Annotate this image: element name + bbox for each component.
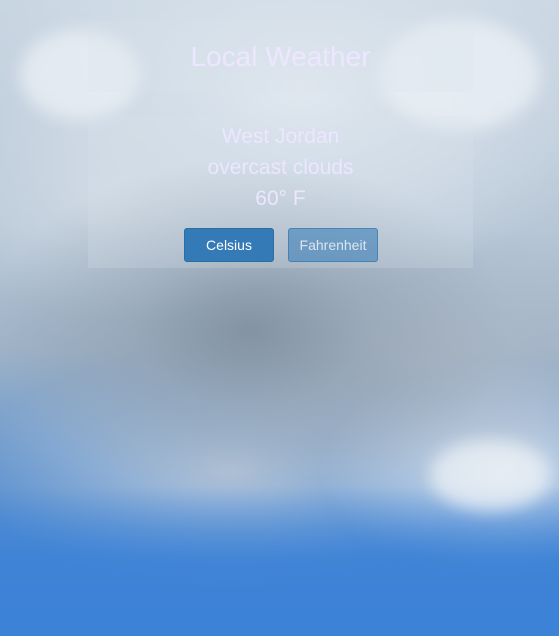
weather-info-panel: West Jordan overcast clouds 60° F Celsiu… [88, 116, 473, 268]
location-text: West Jordan [221, 125, 340, 148]
celsius-button[interactable]: Celsius [184, 228, 274, 262]
weather-description: overcast clouds [207, 156, 354, 179]
unit-toggle-group: Celsius Fahrenheit [88, 228, 473, 264]
title-panel: Local Weather [88, 21, 473, 92]
fahrenheit-button[interactable]: Fahrenheit [288, 228, 378, 262]
page-title: Local Weather [190, 40, 371, 72]
temperature-readout: 60° F [255, 187, 306, 210]
cloud-puff [430, 440, 550, 510]
